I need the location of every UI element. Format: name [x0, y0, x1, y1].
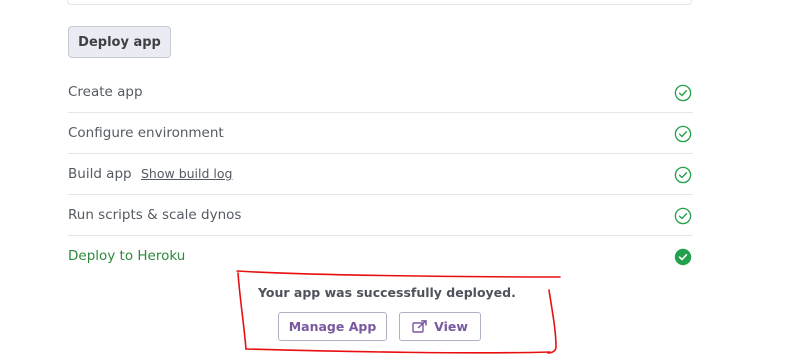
deploy-panel: Deploy app Create app Configure environm…: [0, 0, 791, 363]
previous-panel-edge: [67, 0, 692, 5]
step-label: Configure environment: [68, 125, 224, 141]
view-app-button[interactable]: View: [399, 312, 481, 341]
check-circle-outline-icon: [674, 166, 692, 184]
step-create-app: Create app: [68, 72, 693, 113]
manage-app-button[interactable]: Manage App: [278, 312, 387, 341]
show-build-log-link[interactable]: Show build log: [141, 166, 232, 181]
check-circle-outline-icon: [674, 207, 692, 225]
step-deploy-to-heroku: Deploy to Heroku: [68, 236, 693, 277]
step-run-scripts: Run scripts & scale dynos: [68, 195, 693, 236]
step-label: Deploy to Heroku: [68, 248, 186, 264]
manage-app-label: Manage App: [288, 319, 377, 334]
deploy-steps-list: Create app Configure environment Build a…: [68, 72, 693, 277]
check-circle-outline-icon: [674, 84, 692, 102]
step-configure-environment: Configure environment: [68, 113, 693, 154]
check-circle-outline-icon: [674, 125, 692, 143]
external-link-icon: [412, 320, 427, 333]
view-label: View: [434, 319, 468, 334]
check-circle-filled-icon: [674, 248, 692, 266]
step-label: Build app: [68, 166, 132, 182]
step-label: Create app: [68, 84, 143, 100]
step-build-app: Build app Show build log: [68, 154, 693, 195]
step-label: Run scripts & scale dynos: [68, 207, 242, 223]
deploy-success-message: Your app was successfully deployed.: [258, 285, 516, 300]
deploy-app-button[interactable]: Deploy app: [68, 26, 171, 58]
